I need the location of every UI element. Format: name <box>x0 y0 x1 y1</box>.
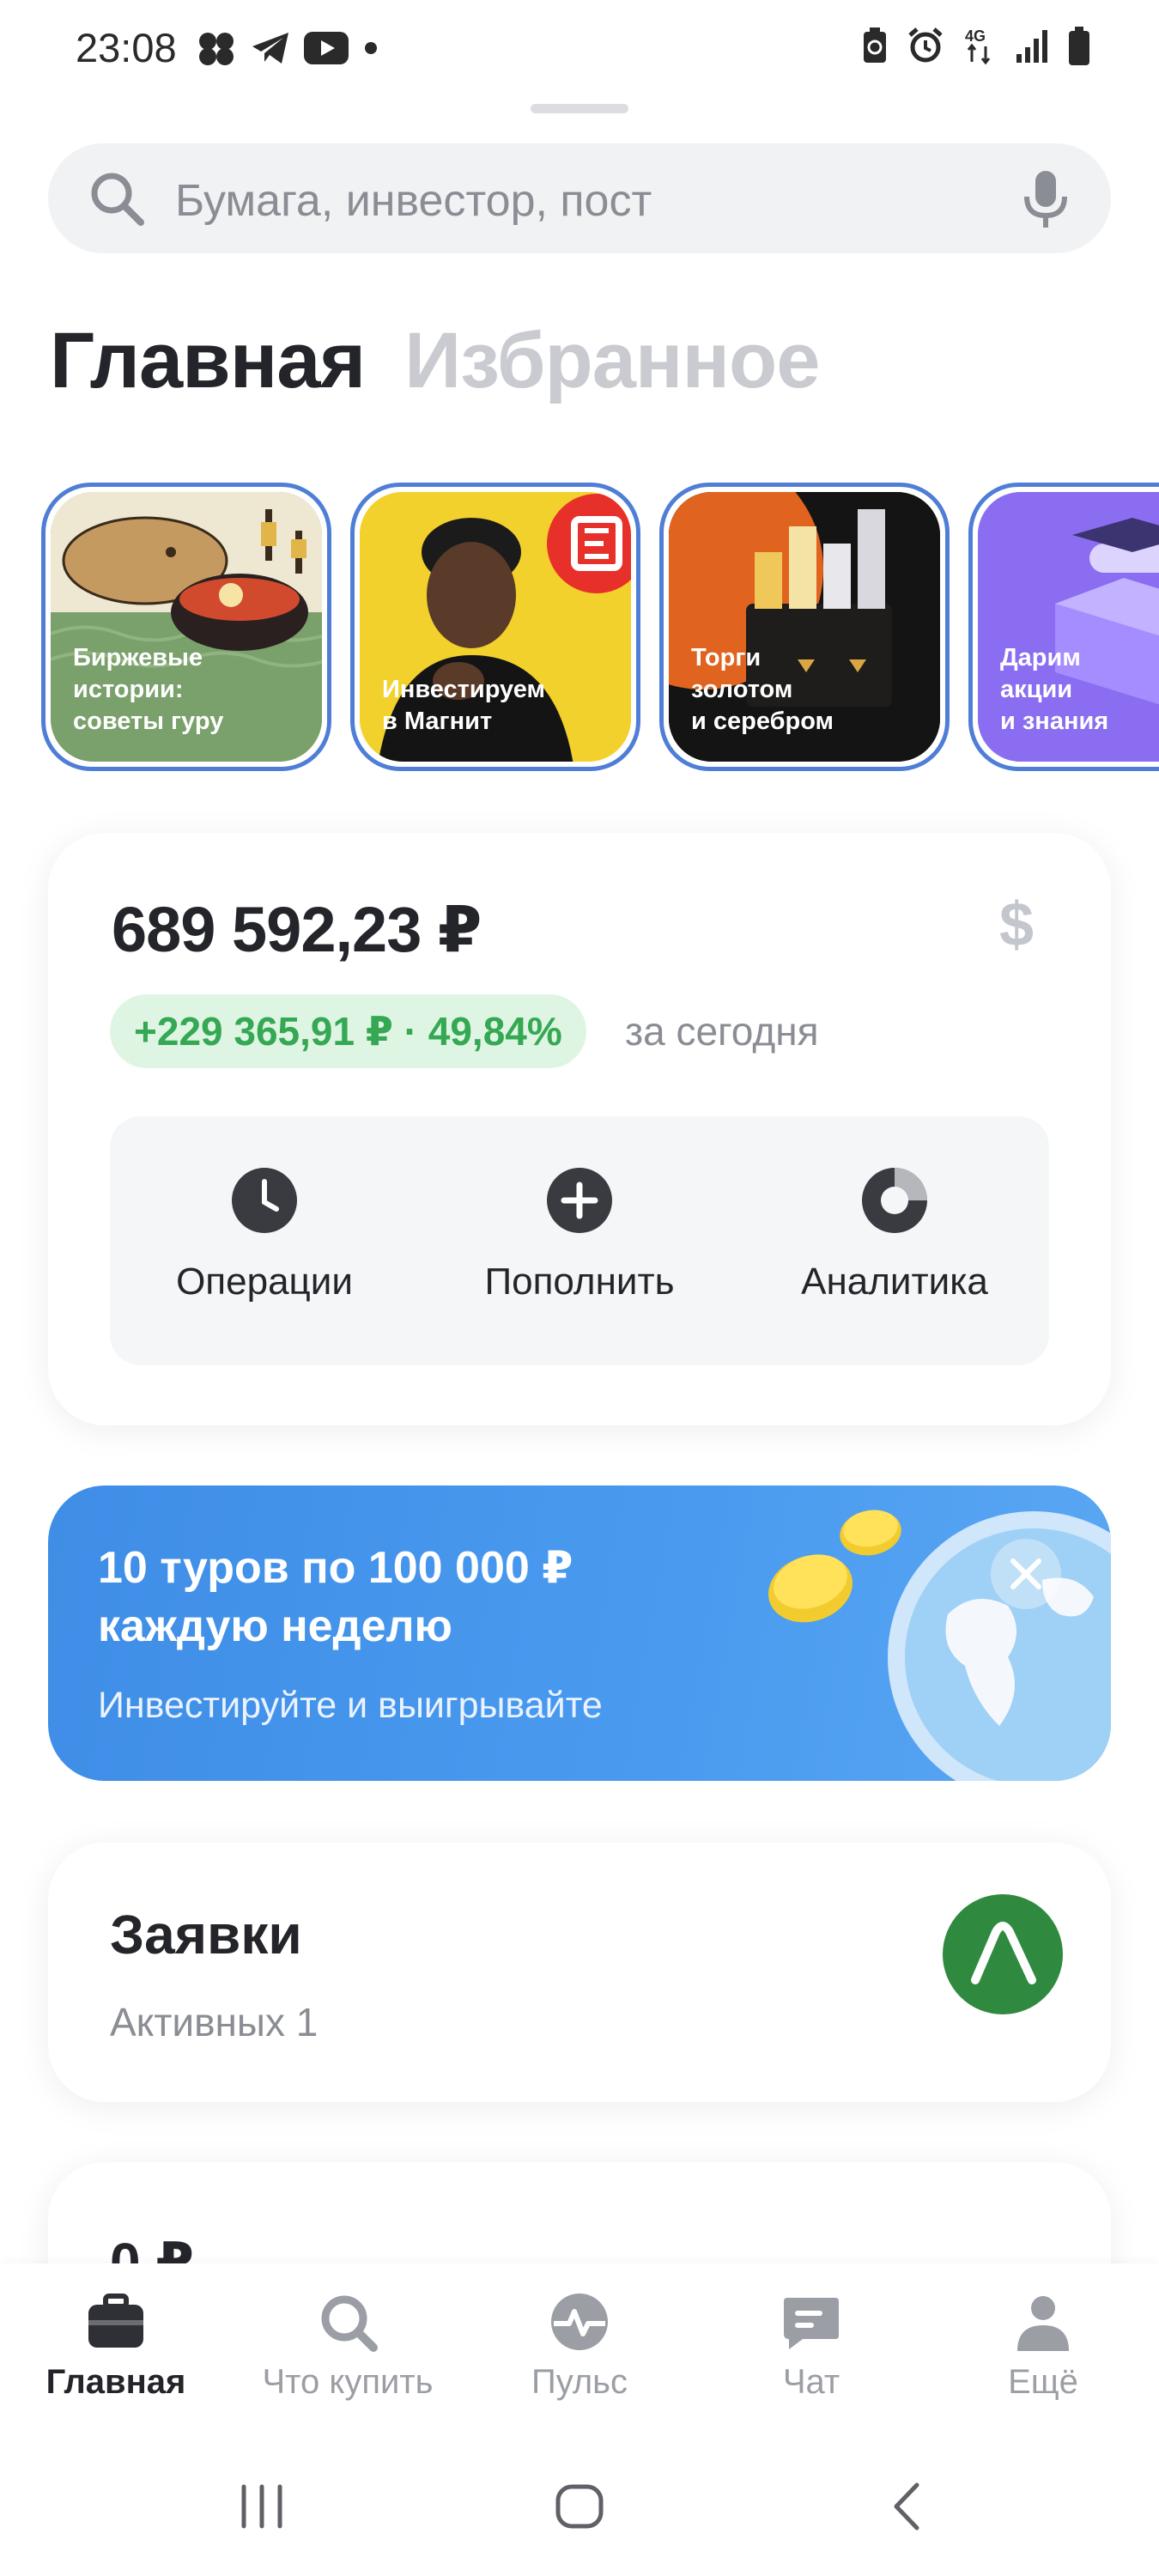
nav-pulse-label: Пульс <box>531 2363 628 2401</box>
company-logo <box>943 1894 1063 2014</box>
nav-pulse[interactable]: Пульс <box>464 2291 695 2402</box>
story-card-gold-silver[interactable]: Торги золотом и серебром <box>659 483 950 771</box>
battery-saver-icon <box>864 27 886 63</box>
currency-toggle-icon[interactable]: $ <box>999 890 1034 960</box>
battery-icon <box>1069 27 1089 65</box>
story-caption: Дарим акции и знания <box>1000 644 1109 735</box>
briefcase-icon <box>88 2293 143 2348</box>
orders-card[interactable]: Заявки Активных 1 <box>48 1843 1111 2102</box>
back-icon[interactable] <box>879 2478 936 2535</box>
analytics-label: Аналитика <box>801 1261 988 1303</box>
story-card-exchange-stories[interactable]: Биржевые истории: советы гуру <box>41 483 331 771</box>
close-icon <box>1010 1558 1041 1589</box>
promo-subtitle: Инвестируйте и выигрывайте <box>98 1685 603 1726</box>
portfolio-card[interactable]: 689 592,23 ₽ $ +229 365,91 ₽ · 49,84% за… <box>48 833 1111 1425</box>
search-icon <box>321 2295 378 2352</box>
story-image: Инвестируем в Магнит <box>360 492 631 762</box>
close-button[interactable] <box>991 1539 1061 1609</box>
story-caption: Инвестируем в Магнит <box>382 676 545 735</box>
change-period-label: за сегодня <box>625 1009 819 1054</box>
tab-home[interactable]: Главная <box>50 316 366 406</box>
plus-icon <box>547 1168 612 1233</box>
nav-home[interactable]: Главная <box>0 2291 232 2402</box>
story-caption: Торги золотом и серебром <box>691 644 834 735</box>
svg-text:4G: 4G <box>965 27 986 45</box>
system-navigation-bar <box>0 2452 1159 2576</box>
operations-label: Операции <box>176 1261 353 1303</box>
tab-favorites[interactable]: Избранное <box>404 316 820 406</box>
search-input[interactable]: Бумага, инвестор, пост <box>48 143 1111 253</box>
pulse-icon <box>551 2293 608 2350</box>
story-card-gift-shares[interactable]: Дарим акции и знания <box>968 483 1159 771</box>
bottom-navigation: Главная Что купить Пульс Чат Ещё <box>0 2263 1159 2452</box>
daily-change-badge: +229 365,91 ₽ · 49,84% <box>110 994 586 1068</box>
status-notification-icons <box>196 29 379 67</box>
story-image: Дарим акции и знания <box>978 492 1159 762</box>
promo-banner[interactable]: 10 туров по 100 000 ₽ каждую неделю Инве… <box>48 1485 1111 1781</box>
company-logo-icon <box>971 1922 1036 1984</box>
clock-icon <box>232 1168 297 1233</box>
nav-what-to-buy[interactable]: Что купить <box>232 2291 464 2402</box>
dot-icon <box>365 42 377 54</box>
stories-carousel[interactable]: Биржевые истории: советы гуру Инвестируе… <box>41 483 1159 771</box>
nav-home-label: Главная <box>46 2363 186 2401</box>
signal-icon <box>1016 30 1047 63</box>
network-4g-icon: 4G <box>965 27 991 65</box>
nav-more-label: Ещё <box>1008 2363 1078 2401</box>
recent-apps-icon[interactable] <box>234 2478 290 2535</box>
top-up-label: Пополнить <box>484 1261 675 1303</box>
portfolio-balance: 689 592,23 ₽ <box>112 894 482 965</box>
main-tabs: Главная Избранное <box>50 316 820 406</box>
home-icon[interactable] <box>551 2478 608 2535</box>
orders-title: Заявки <box>110 1904 302 1965</box>
search-placeholder: Бумага, инвестор, пост <box>175 176 652 226</box>
status-time: 23:08 <box>76 25 177 70</box>
analytics-button[interactable]: Аналитика <box>749 1166 1041 1303</box>
promo-title: 10 туров по 100 000 ₽ каждую неделю <box>98 1543 573 1651</box>
operations-button[interactable]: Операции <box>118 1166 410 1303</box>
pie-chart-icon <box>862 1168 927 1233</box>
status-system-icons: 4G <box>862 26 1090 65</box>
search-icon <box>91 173 144 226</box>
story-caption: Биржевые истории: советы гуру <box>73 644 224 735</box>
top-up-button[interactable]: Пополнить <box>434 1166 725 1303</box>
alarm-icon <box>908 27 943 63</box>
story-image: Биржевые истории: советы гуру <box>51 492 322 762</box>
youtube-icon <box>304 32 349 64</box>
nav-what-to-buy-label: Что купить <box>262 2363 434 2401</box>
portfolio-actions: Операции Пополнить Аналитика <box>110 1116 1049 1365</box>
nav-more[interactable]: Ещё <box>927 2291 1159 2402</box>
story-image: Торги золотом и серебром <box>669 492 940 762</box>
nav-chat-label: Чат <box>782 2363 840 2401</box>
orders-active-count: Активных 1 <box>110 2000 319 2044</box>
app-cluster-icon <box>199 33 234 65</box>
chat-icon <box>784 2298 839 2349</box>
status-bar: 23:08 4G <box>0 0 1159 94</box>
profile-icon <box>1017 2296 1069 2351</box>
nav-chat[interactable]: Чат <box>695 2291 927 2402</box>
microphone-icon[interactable] <box>1022 169 1070 229</box>
telegram-icon <box>252 33 288 64</box>
story-card-magnit[interactable]: Инвестируем в Магнит <box>350 483 640 771</box>
globe-coins-illustration <box>768 1510 1111 1781</box>
sheet-handle[interactable] <box>531 104 628 113</box>
